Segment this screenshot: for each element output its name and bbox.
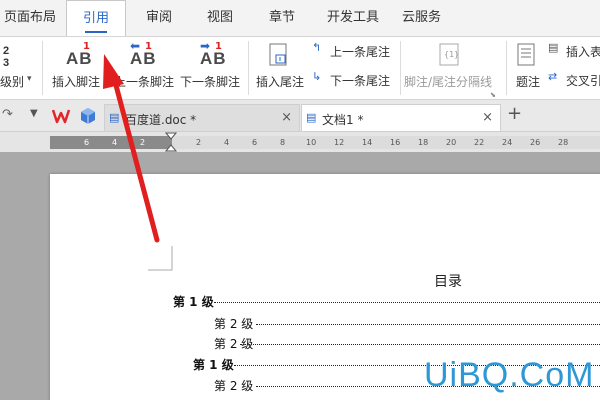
annotation-arrow	[103, 54, 160, 243]
site-watermark: UiBQ.CoM	[424, 356, 595, 394]
